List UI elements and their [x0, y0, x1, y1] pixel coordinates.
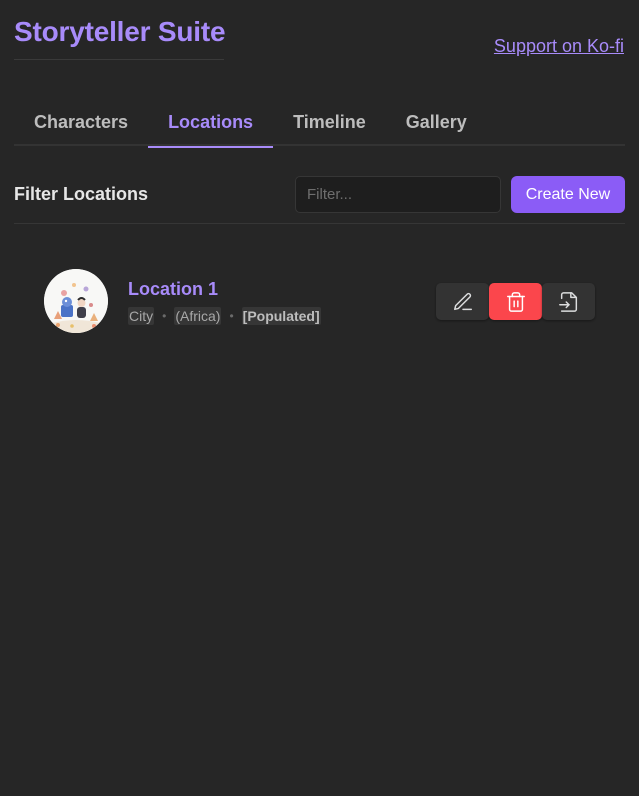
meta-separator: •	[229, 309, 234, 323]
title-divider	[14, 59, 224, 60]
edit-icon	[453, 292, 472, 310]
tab-locations[interactable]: Locations	[148, 102, 274, 148]
storyteller-app: Storyteller Suite Support on Ko-fi Chara…	[0, 0, 639, 796]
location-name[interactable]: Location 1	[128, 279, 218, 300]
filter-heading: Filter Locations	[14, 184, 149, 204]
tab-characters[interactable]: Characters	[14, 102, 148, 146]
filter-input[interactable]	[295, 176, 501, 213]
tab-gallery[interactable]: Gallery	[386, 102, 487, 146]
location-list-item: Location 1 City • (Africa) • [Populated]	[44, 269, 596, 335]
create-new-button[interactable]: Create New	[511, 176, 625, 213]
tab-timeline[interactable]: Timeline	[273, 102, 386, 146]
meta-separator: •	[162, 309, 167, 323]
edit-button[interactable]	[436, 283, 489, 320]
delete-button[interactable]	[489, 283, 542, 320]
location-meta: City • (Africa) • [Populated]	[128, 307, 321, 325]
header-divider	[14, 223, 625, 224]
tab-bar: Characters Locations Timeline Gallery	[14, 102, 625, 148]
location-avatar	[44, 269, 108, 333]
open-file-icon	[558, 291, 577, 312]
location-actions	[436, 283, 595, 320]
open-button[interactable]	[542, 283, 595, 320]
trash-icon	[506, 291, 525, 312]
location-type: City	[128, 307, 155, 325]
location-status: [Populated]	[241, 307, 321, 325]
support-kofi-link[interactable]: Support on Ko-fi	[494, 36, 624, 57]
page-title: Storyteller Suite	[14, 16, 226, 47]
location-region: (Africa)	[174, 307, 222, 325]
